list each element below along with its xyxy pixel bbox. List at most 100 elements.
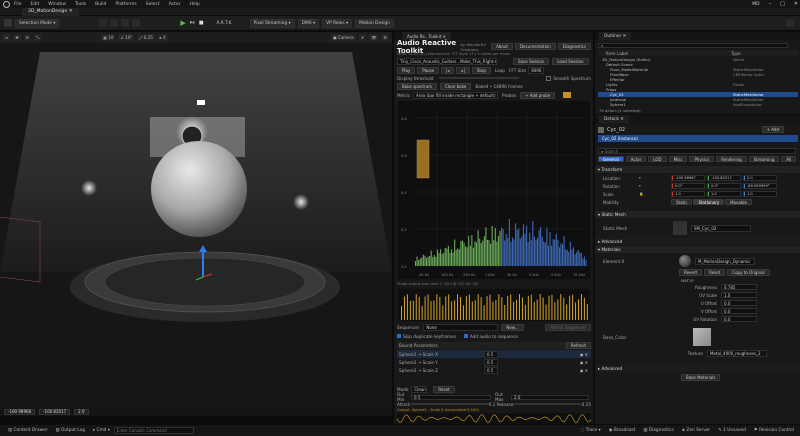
bake-spectrum-button[interactable]: Bake spectrum <box>397 82 438 90</box>
motion-design-button[interactable]: Motion Design <box>355 18 394 28</box>
mobility-static[interactable]: Static <box>671 199 693 205</box>
material-select[interactable]: M_MotionDesign_Dynamic <box>695 257 755 265</box>
param-value[interactable]: 0.5 <box>484 366 498 374</box>
viewport-menu-icon[interactable]: ≡ <box>3 34 11 41</box>
materials-section[interactable]: ▾ Materials <box>595 246 800 253</box>
filter-all[interactable]: All <box>781 156 797 162</box>
param-row[interactable]: Sphere3 → Scale Z 0.5 ◉ ✕ <box>397 366 591 374</box>
scale-snap-button[interactable]: ⤢ 0.25 <box>137 34 155 41</box>
scale-y[interactable]: 1.0 <box>707 191 741 197</box>
outliner-search[interactable]: ⌕ <box>598 42 788 48</box>
add-actor-icon[interactable] <box>132 19 141 27</box>
load-session-button[interactable]: Load Session <box>552 57 589 65</box>
maximize-icon[interactable]: □ <box>780 1 785 7</box>
advanced-section[interactable]: ▸ Advanced <box>595 238 800 245</box>
uv-rotation-field[interactable]: 0.0 <box>721 316 757 322</box>
scale-x[interactable]: 1.0 <box>671 191 705 197</box>
revision-control-button[interactable]: ⚑ Revision Control <box>754 428 794 433</box>
param-row[interactable]: Sphere2 → Scale Y 0.5 ◉ ✕ <box>397 358 591 366</box>
details-search[interactable]: ⌕ Search <box>598 148 796 154</box>
output-log-button[interactable]: ▥ Output Log <box>56 428 85 433</box>
mobility-movable[interactable]: Movable <box>725 199 752 205</box>
filter-physics[interactable]: Physics <box>689 156 715 162</box>
documentation-button[interactable]: Documentation <box>514 43 556 50</box>
out-min-field[interactable]: 0.5 <box>411 394 491 400</box>
stop-icon[interactable]: ■ <box>199 20 204 26</box>
col-type[interactable]: Type <box>731 51 741 56</box>
cmd-button[interactable]: ▸ Cmd ▾ <box>93 428 110 433</box>
menu-platforms[interactable]: Platforms <box>115 2 136 7</box>
transform-section[interactable]: ▾ Transform <box>595 166 800 173</box>
camera-button[interactable]: ▣ Camera <box>330 34 356 41</box>
vp-roles-button[interactable]: VP Roles ▾ <box>322 18 353 28</box>
coord-x[interactable]: -100 98968 <box>4 408 36 415</box>
instance-row[interactable]: Cyc_02 (Instance) <box>598 135 798 142</box>
pixel-streaming-button[interactable]: Pixel Streaming ▾ <box>249 18 295 28</box>
menu-build[interactable]: Build <box>95 2 106 7</box>
filter-misc[interactable]: Misc <box>668 156 688 162</box>
menu-tools[interactable]: Tools <box>75 2 86 7</box>
uv-scale-field[interactable]: 1.0 <box>721 292 757 298</box>
blueprint-icon[interactable] <box>110 19 119 27</box>
scale-lock-icon[interactable]: 🔒 <box>639 192 669 196</box>
rotation-z[interactable]: -89.999999° <box>743 183 777 189</box>
rotation-x[interactable]: 0.0° <box>671 183 705 189</box>
coord-z[interactable]: 2.0 <box>74 408 89 415</box>
mobility-stationary[interactable]: Stationary <box>693 199 725 205</box>
minimize-icon[interactable]: – <box>769 1 772 7</box>
content-drawer-button[interactable]: ▤ Content Drawer <box>8 428 48 433</box>
console-input[interactable]: Enter Console Command <box>113 427 194 434</box>
scale-tool-icon[interactable]: ⤡ <box>34 34 42 41</box>
rewind-icon[interactable]: |◂ <box>441 66 455 74</box>
visibility-icon[interactable]: ◉ ✕ <box>580 368 588 373</box>
v-offset-field[interactable]: 0.0 <box>721 308 757 314</box>
clear-bake-button[interactable]: Clear bake <box>440 82 472 90</box>
dmx-button[interactable]: DMX ▾ <box>297 18 320 28</box>
tab-level[interactable]: 3D_MotionDesign ✕ <box>22 7 79 16</box>
mesh-thumbnail[interactable] <box>673 221 687 235</box>
grid-snap-button[interactable]: ▦ 10 <box>101 34 116 41</box>
mode-select[interactable]: Clean <box>411 386 428 393</box>
texture-thumbnail[interactable] <box>693 328 711 346</box>
rotate-tool-icon[interactable]: ⟳ <box>23 34 32 41</box>
show-button[interactable]: 👁 <box>369 34 379 41</box>
diagnostics-button[interactable]: Diagnostics <box>557 43 591 50</box>
play-button[interactable]: Play <box>397 66 416 74</box>
static-mesh-select[interactable]: SM_Cyc_02 <box>691 224 751 232</box>
probe-color-swatch[interactable] <box>563 92 572 98</box>
sequencer-icon[interactable] <box>121 19 130 27</box>
attack-slider[interactable] <box>410 403 489 405</box>
probe-rectangle[interactable] <box>416 139 430 179</box>
audio-file-field[interactable]: Tiny_Cisco_Acoustic_Guitars...Make_This_… <box>397 57 497 65</box>
param-value[interactable]: 0.5 <box>484 350 498 358</box>
param-row[interactable]: Sphere1 → Scale X 0.5 ◉ ✕ <box>397 350 591 358</box>
filter-actor[interactable]: Actor <box>625 156 647 162</box>
angle-snap-button[interactable]: ∠ 10° <box>118 34 135 41</box>
metric-select[interactable]: Area (bar fill inside rectangle + defaul… <box>413 91 499 99</box>
add-component-button[interactable]: + Add <box>761 126 784 133</box>
location-dropdown-icon[interactable]: ▾ <box>639 176 669 180</box>
skip-duplicate-checkbox[interactable] <box>397 334 401 338</box>
u-offset-field[interactable]: 0.0 <box>721 300 757 306</box>
filter-lod[interactable]: LOD <box>648 156 667 162</box>
reset-button[interactable]: Reset <box>704 269 726 276</box>
filter-streaming[interactable]: Streaming <box>748 156 780 162</box>
location-y[interactable]: -100.82017 <box>707 175 741 181</box>
broadcast-button[interactable]: ◉ Broadcast <box>609 428 636 433</box>
play-options-icon[interactable]: ⏵⏸ <box>190 20 195 26</box>
diagnostics-status-button[interactable]: ▧ Diagnostics <box>643 428 673 433</box>
viewport-options-icon[interactable]: ⚙ <box>381 34 389 41</box>
filter-rendering[interactable]: Rendering <box>716 156 747 162</box>
unsaved-button[interactable]: ✎ 1 Unsaved <box>718 428 746 433</box>
zen-server-button[interactable]: ◈ Zen Server <box>682 428 710 433</box>
close-icon[interactable]: ✕ <box>794 1 798 7</box>
add-to-sequencer-button[interactable]: Add to Sequencer <box>545 324 591 331</box>
param-value[interactable]: 0.5 <box>484 358 498 366</box>
content-icon[interactable] <box>99 19 108 27</box>
new-sequence-button[interactable]: New... <box>501 324 524 331</box>
add-probe-button[interactable]: + Add probe <box>520 91 556 99</box>
camera-speed-button[interactable]: ▸ 4 <box>157 34 168 41</box>
out-max-field[interactable]: 2.0 <box>511 394 589 400</box>
scale-z[interactable]: 1.0 <box>743 191 777 197</box>
roughness-field[interactable]: 0.785 <box>721 284 757 290</box>
